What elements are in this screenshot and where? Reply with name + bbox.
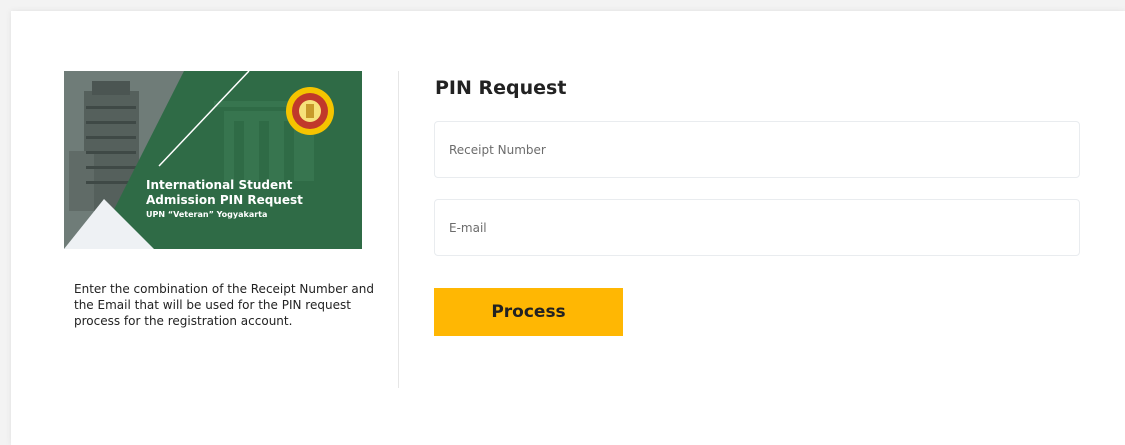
process-button[interactable]: Process [434,288,623,336]
instruction-text: Enter the combination of the Receipt Num… [74,282,374,328]
banner-subtitle: UPN “Veteran” Yogyakarta [146,210,268,219]
banner-image: International Student Admission PIN Requ… [64,71,362,249]
banner-title: International Student Admission PIN Requ… [146,178,303,207]
receipt-number-input[interactable] [434,121,1080,178]
form-title: PIN Request [435,77,567,99]
banner-text: International Student Admission PIN Requ… [146,178,316,221]
pin-request-card: International Student Admission PIN Requ… [11,11,1125,445]
email-input[interactable] [434,199,1080,256]
banner-graphic [64,71,362,249]
vertical-divider [398,71,399,388]
